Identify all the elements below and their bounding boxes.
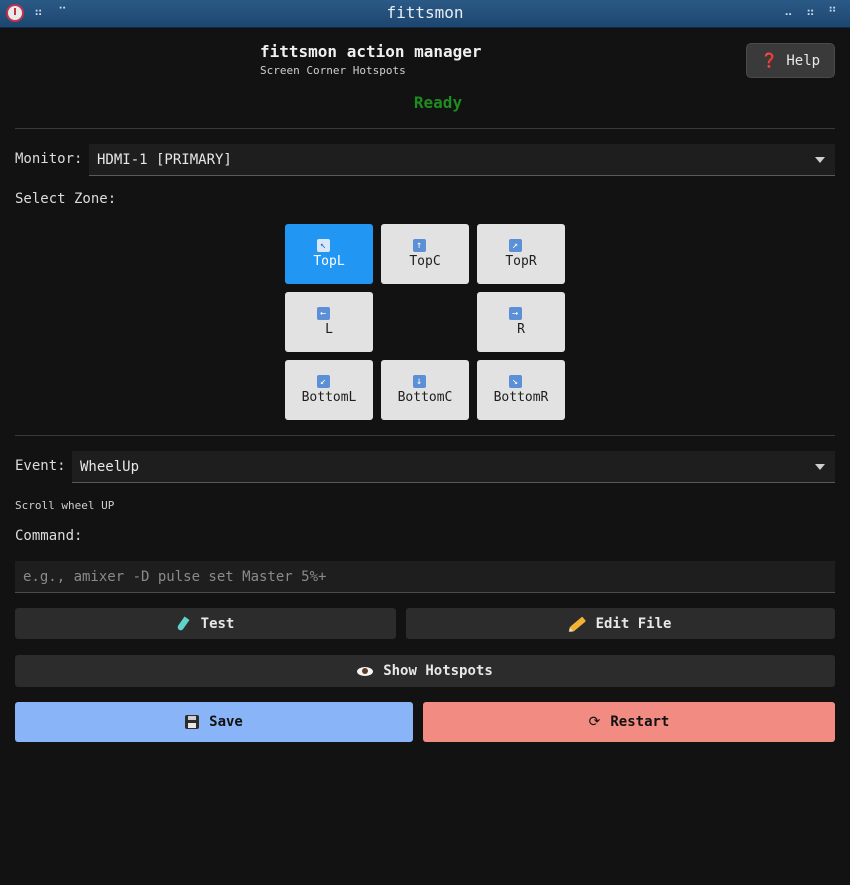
edit-file-button-label: Edit File — [595, 615, 672, 632]
zone-button-topc[interactable]: ↑ TopC — [381, 224, 469, 284]
edit-file-button[interactable]: Edit File — [406, 608, 835, 639]
arrow-right-icon: → — [508, 307, 522, 320]
divider — [15, 128, 835, 129]
zone-label: Select Zone: — [15, 191, 117, 207]
divider — [15, 435, 835, 436]
test-button-label: Test — [200, 615, 235, 632]
monitor-select-value: HDMI-1 [PRIMARY] — [97, 151, 232, 168]
arrow-up-left-icon: ↖ — [316, 239, 330, 252]
arrow-down-icon: ↓ — [412, 375, 426, 388]
save-button[interactable]: Save — [15, 702, 413, 742]
zone-label-r: R — [517, 322, 525, 337]
zone-label-l: L — [325, 322, 333, 337]
maximize-icon[interactable]: ⠶ — [806, 5, 816, 19]
zone-label-topc: TopC — [409, 254, 441, 269]
command-input[interactable] — [15, 561, 835, 593]
zone-label-topr: TopR — [505, 254, 537, 269]
event-label: Event: — [15, 458, 66, 474]
help-button[interactable]: ❓ Help — [746, 43, 835, 78]
minimize-icon[interactable]: ⠤ — [784, 5, 794, 19]
status-text: Ready — [0, 93, 850, 112]
arrow-up-right-icon: ↗ — [508, 239, 522, 252]
zone-button-bottoml[interactable]: ↙ BottomL — [285, 360, 373, 420]
event-select-value: WheelUp — [80, 458, 140, 475]
zone-button-bottomr[interactable]: ↘ BottomR — [477, 360, 565, 420]
save-button-label: Save — [209, 714, 243, 730]
window-titlebar: ⠶ ⠉ fittsmon ⠤ ⠶ ⠛ — [0, 0, 850, 28]
arrow-up-icon: ↑ — [412, 239, 426, 252]
floppy-disk-icon — [185, 715, 200, 729]
restart-button[interactable]: ⟳ Restart — [423, 702, 835, 742]
arrow-left-icon: ← — [316, 307, 330, 320]
zone-button-topr[interactable]: ↗ TopR — [477, 224, 565, 284]
zone-button-l[interactable]: ← L — [285, 292, 373, 352]
event-select[interactable]: WheelUp — [72, 451, 835, 483]
arrow-down-right-icon: ↘ — [508, 375, 522, 388]
restart-button-label: Restart — [610, 714, 670, 730]
eye-icon — [357, 666, 374, 676]
close-icon[interactable]: ⠛ — [828, 5, 838, 19]
command-label: Command: — [15, 528, 83, 544]
app-title: fittsmon action manager — [260, 42, 482, 61]
show-hotspots-button[interactable]: Show Hotspots — [15, 655, 835, 687]
test-tube-icon — [177, 617, 191, 631]
pencil-icon — [569, 616, 586, 631]
monitor-label: Monitor: — [15, 151, 83, 167]
help-button-label: Help — [786, 52, 821, 69]
chevron-down-icon — [815, 463, 825, 470]
arrow-down-left-icon: ↙ — [316, 375, 330, 388]
test-button[interactable]: Test — [15, 608, 396, 639]
zone-label-bottomr: BottomR — [493, 390, 549, 405]
restart-icon: ⟳ — [588, 714, 601, 730]
zone-label-bottoml: BottomL — [301, 390, 357, 405]
zone-label-bottomc: BottomC — [397, 390, 453, 405]
zone-button-r[interactable]: → R — [477, 292, 565, 352]
show-hotspots-button-label: Show Hotspots — [383, 663, 493, 679]
zone-button-topl[interactable]: ↖ TopL — [285, 224, 373, 284]
chevron-down-icon — [815, 156, 825, 163]
help-icon: ❓ — [760, 52, 779, 69]
window-title: fittsmon — [386, 3, 464, 22]
zone-label-topl: TopL — [313, 254, 345, 269]
monitor-select[interactable]: HDMI-1 [PRIMARY] — [89, 144, 835, 176]
event-description: Scroll wheel UP — [15, 499, 115, 512]
status-label: Ready — [413, 93, 463, 112]
zone-button-bottomc[interactable]: ↓ BottomC — [381, 360, 469, 420]
app-subtitle: Screen Corner Hotspots — [260, 64, 406, 77]
